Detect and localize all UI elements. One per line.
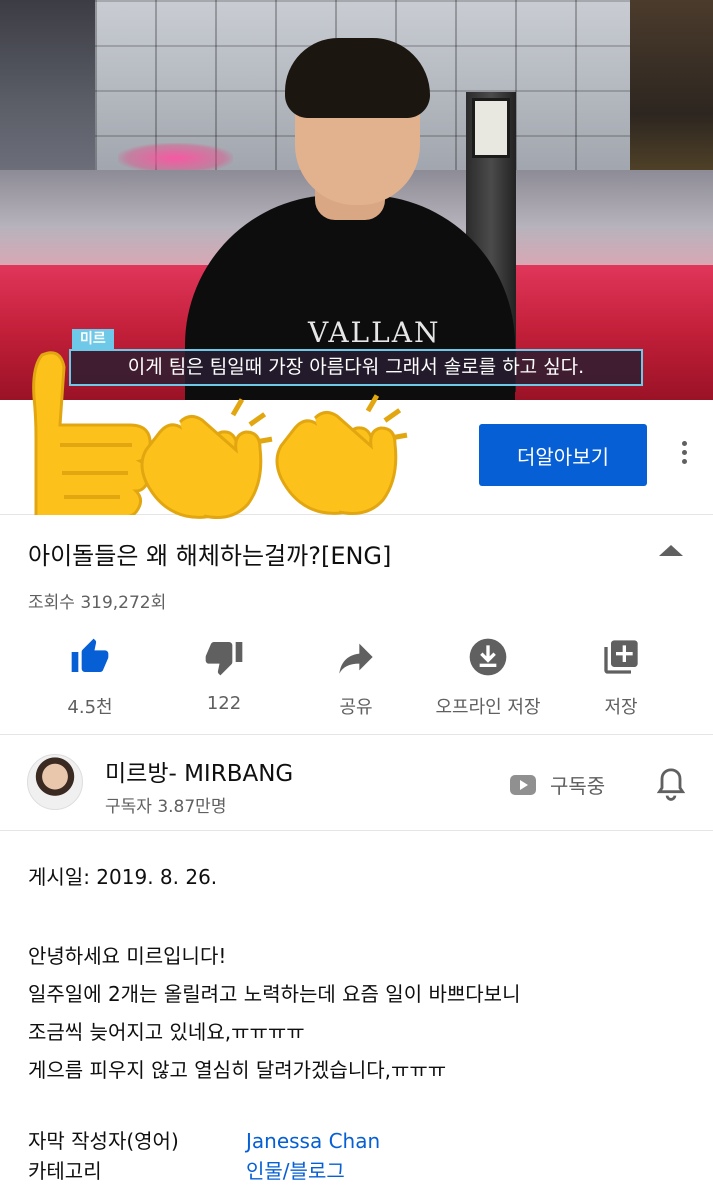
action-bar: 4.5천 122 공유 오프라인 저장 저장 bbox=[0, 625, 713, 735]
meta-key: 카테고리 bbox=[28, 1159, 102, 1183]
clapping-hands-emoji bbox=[275, 394, 408, 515]
dislike-count: 122 bbox=[206, 693, 242, 714]
subscriber-count: 구독자 3.87만명 bbox=[105, 797, 227, 817]
clapping-hands-emoji bbox=[140, 398, 273, 519]
youtube-play-icon bbox=[510, 774, 536, 795]
lamp-light bbox=[472, 98, 510, 158]
offline-save-button[interactable]: 오프라인 저장 bbox=[418, 635, 558, 719]
share-label: 공유 bbox=[339, 697, 373, 718]
category-link[interactable]: 인물/블로그 bbox=[246, 1156, 345, 1186]
meta-row-subtitles: 자막 작성자(영어) Janessa Chan bbox=[28, 1126, 688, 1156]
description-meta: 자막 작성자(영어) Janessa Chan 카테고리 인물/블로그 bbox=[28, 1126, 688, 1186]
description-line: 게으름 피우지 않고 열심히 달려가겠습니다,ㅠㅠㅠ bbox=[28, 1058, 447, 1082]
share-icon bbox=[339, 643, 373, 674]
channel-avatar[interactable] bbox=[27, 754, 83, 810]
subtitle-author-link[interactable]: Janessa Chan bbox=[246, 1126, 380, 1156]
channel-name[interactable]: 미르방- MIRBANG bbox=[105, 754, 293, 788]
thumbs-up-icon bbox=[71, 638, 109, 672]
video-description: 게시일: 2019. 8. 26. 안녕하세요 미르입니다! 일주일에 2개는 … bbox=[28, 862, 688, 1092]
shirt-print: VALLAN bbox=[308, 316, 441, 349]
dislike-button[interactable]: 122 bbox=[154, 635, 294, 714]
channel-row[interactable]: 미르방- MIRBANG 구독자 3.87만명 구독중 bbox=[0, 736, 713, 831]
learn-more-button[interactable]: 더알아보기 bbox=[479, 424, 647, 486]
background-storefront bbox=[630, 0, 713, 190]
save-label: 저장 bbox=[604, 697, 638, 718]
video-title[interactable]: 아이돌들은 왜 해체하는걸까?[ENG] bbox=[28, 536, 391, 571]
subscribed-label: 구독중 bbox=[550, 774, 606, 798]
playlist-add-icon bbox=[604, 640, 638, 674]
notification-bell-icon[interactable] bbox=[655, 766, 687, 802]
save-button[interactable]: 저장 bbox=[551, 635, 691, 719]
meta-key: 자막 작성자(영어) bbox=[28, 1129, 179, 1153]
subscribed-button[interactable]: 구독중 bbox=[510, 770, 605, 799]
collapse-arrow-icon[interactable] bbox=[659, 545, 683, 556]
like-button[interactable]: 4.5천 bbox=[20, 635, 160, 719]
description-body: 안녕하세요 미르입니다! 일주일에 2개는 올릴려고 노력하는데 요즘 일이 바… bbox=[28, 934, 688, 1092]
share-button[interactable]: 공유 bbox=[286, 635, 426, 719]
view-count: 조회수 319,272회 bbox=[28, 593, 167, 613]
person-hair bbox=[285, 38, 430, 118]
thumbs-down-icon bbox=[205, 642, 243, 676]
meta-row-category: 카테고리 인물/블로그 bbox=[28, 1156, 688, 1186]
offline-save-label: 오프라인 저장 bbox=[435, 697, 541, 718]
neon-sign bbox=[118, 143, 233, 173]
download-icon bbox=[469, 638, 507, 676]
more-options-icon[interactable] bbox=[675, 441, 693, 471]
like-count: 4.5천 bbox=[67, 697, 113, 718]
publish-date: 게시일: 2019. 8. 26. bbox=[28, 865, 218, 889]
